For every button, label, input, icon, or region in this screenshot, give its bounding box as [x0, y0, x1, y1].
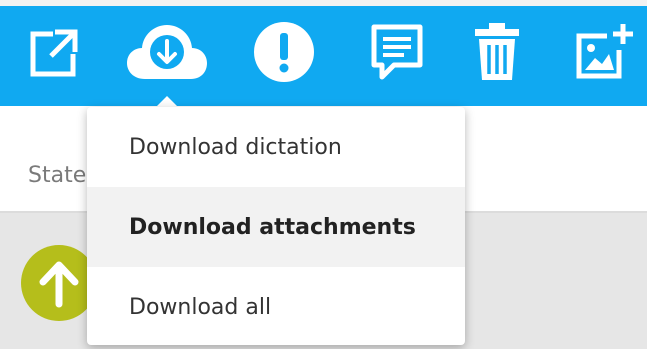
download-button[interactable]	[125, 12, 209, 92]
open-external-button[interactable]	[15, 12, 95, 92]
exclamation-icon	[254, 22, 314, 82]
comment-icon	[371, 24, 423, 80]
external-link-icon	[30, 29, 78, 77]
status-badge[interactable]	[21, 245, 97, 321]
comment-button[interactable]	[357, 12, 437, 92]
priority-button[interactable]	[244, 12, 324, 92]
state-column-label: State	[28, 163, 87, 188]
download-menu: Download dictation Download attachments …	[87, 107, 465, 345]
arrow-up-icon	[39, 261, 79, 308]
add-image-button[interactable]	[563, 12, 643, 92]
toolbar	[0, 6, 647, 106]
menu-item-label: Download attachments	[129, 214, 416, 240]
menu-item-download-all[interactable]: Download all	[87, 267, 465, 347]
menu-item-label: Download dictation	[129, 134, 342, 160]
menu-item-download-dictation[interactable]: Download dictation	[87, 107, 465, 187]
cloud-download-icon	[127, 25, 207, 79]
menu-item-download-attachments[interactable]: Download attachments	[87, 187, 465, 267]
delete-button[interactable]	[457, 12, 537, 92]
add-image-icon	[576, 24, 633, 79]
menu-item-label: Download all	[129, 294, 272, 320]
trash-icon	[475, 23, 519, 80]
